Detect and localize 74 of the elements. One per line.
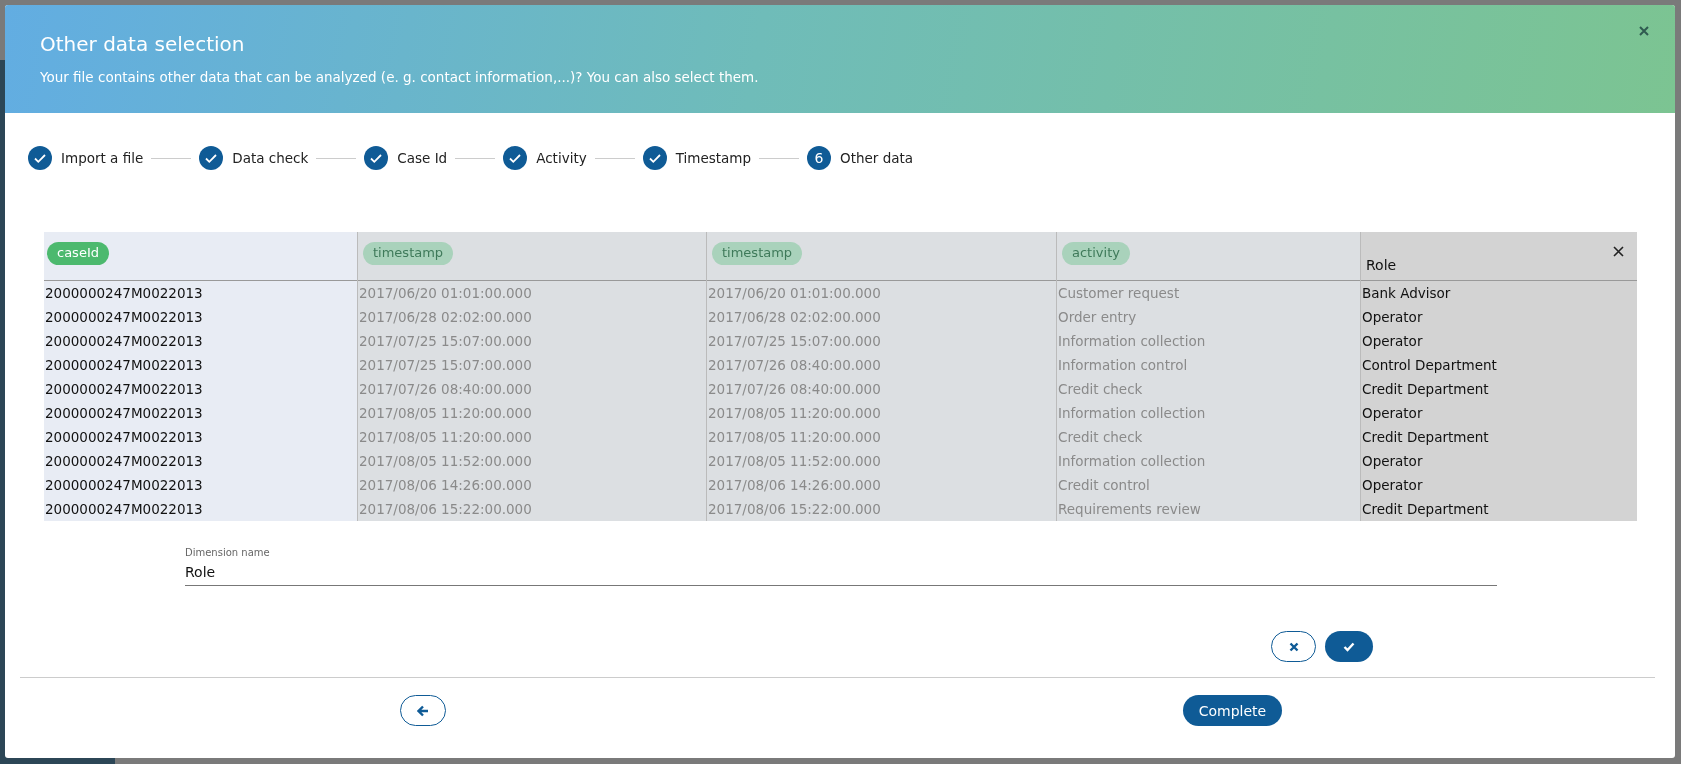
table-cell-text: Order entry	[1057, 308, 1138, 327]
column-header[interactable]: Role	[1361, 232, 1637, 281]
step-label[interactable]: Other data	[840, 150, 914, 166]
table-cell-text: 2017/08/05 11:20:00.000	[707, 404, 882, 423]
table-cell-text: 2017/08/05 11:20:00.000	[358, 428, 533, 447]
dialog-title: Other data selection	[40, 32, 246, 56]
table-cell-text: Operator	[1361, 476, 1424, 495]
arrow-left-icon	[417, 704, 429, 717]
back-button[interactable]	[400, 695, 446, 726]
table-cell-text: 2000000247M0022013	[44, 452, 204, 471]
table-cell-text: 2017/07/26 08:40:00.000	[707, 356, 882, 375]
column-tag: caseId	[47, 242, 109, 265]
step-label[interactable]: Activity	[536, 150, 587, 166]
table-cell-text: 2000000247M0022013	[44, 428, 204, 447]
table-cell-text: 2000000247M0022013	[44, 284, 204, 303]
table-cell-text: 2000000247M0022013	[44, 356, 204, 375]
column-tag: activity	[1062, 242, 1130, 265]
table-cell-text: Requirements review	[1057, 500, 1202, 519]
column-title: Role	[1366, 257, 1397, 273]
table-cell-text: Credit Department	[1361, 500, 1490, 519]
table-cell-text: Credit Department	[1361, 380, 1490, 399]
table-cell-text: Information collection	[1057, 332, 1207, 351]
dimension-name-field[interactable]: Dimension name Role	[185, 547, 1497, 586]
step-number: 6	[807, 146, 832, 170]
column-tag: timestamp	[363, 242, 454, 265]
step-label[interactable]: Import a file	[61, 150, 144, 166]
table-cell-text: 2017/08/05 11:52:00.000	[358, 452, 533, 471]
dialog-subtitle: Your file contains other data that can be analyzed (e. g. contact information,...)? You can also select them.	[40, 69, 759, 85]
table-cell-text: 2017/08/06 15:22:00.000	[707, 500, 882, 519]
table-cell-text: Credit check	[1057, 428, 1144, 447]
step-label[interactable]: Timestamp	[675, 150, 752, 166]
table-cell-text: 2017/06/28 02:02:00.000	[707, 308, 882, 327]
table-cell-text: 2017/07/25 15:07:00.000	[358, 356, 533, 375]
cancel-button[interactable]	[1271, 631, 1316, 662]
table-cell-text: Operator	[1361, 404, 1424, 423]
table-cell-text: Information control	[1057, 356, 1189, 375]
table-cell-text: Operator	[1361, 332, 1424, 351]
table-cell-text: Customer request	[1057, 284, 1181, 303]
confirm-button[interactable]	[1325, 631, 1373, 662]
table-cell-text: 2017/06/20 01:01:00.000	[358, 284, 533, 303]
table-cell-text: 2000000247M0022013	[44, 332, 204, 351]
check-icon	[1343, 641, 1355, 652]
table-cell-text: 2017/08/05 11:20:00.000	[358, 404, 533, 423]
table-cell-text: 2017/08/06 14:26:00.000	[707, 476, 882, 495]
table-cell-text: Credit check	[1057, 380, 1144, 399]
table-cell-text: 2017/06/28 02:02:00.000	[358, 308, 533, 327]
table-cell-text: 2000000247M0022013	[44, 476, 204, 495]
table-cell-text: Information collection	[1057, 404, 1207, 423]
table-cell-text: 2000000247M0022013	[44, 308, 204, 327]
table-cell-text: 2017/08/05 11:20:00.000	[707, 428, 882, 447]
table-cell-text: 2017/08/06 14:26:00.000	[358, 476, 533, 495]
table-cell-text: 2017/06/20 01:01:00.000	[707, 284, 882, 303]
table-cell-text: Information collection	[1057, 452, 1207, 471]
table-cell-text: 2000000247M0022013	[44, 404, 204, 423]
table-cell-text: 2000000247M0022013	[44, 500, 204, 519]
table-cell-text: Bank Advisor	[1361, 284, 1452, 303]
table-cell-text: 2017/07/26 08:40:00.000	[358, 380, 533, 399]
step-label[interactable]: Data check	[232, 150, 309, 166]
complete-button[interactable]: Complete	[1183, 695, 1282, 726]
table-cell-text: Control Department	[1361, 356, 1498, 375]
table-cell-text: 2000000247M0022013	[44, 380, 204, 399]
close-icon	[1288, 641, 1299, 652]
step-label[interactable]: Case Id	[397, 150, 448, 166]
table-cell-text: 2017/07/26 08:40:00.000	[707, 380, 882, 399]
table-cell-text: Credit control	[1057, 476, 1151, 495]
column-tag: timestamp	[712, 242, 803, 265]
close-icon[interactable]	[1613, 246, 1624, 257]
table-cell-text: 2017/07/25 15:07:00.000	[358, 332, 533, 351]
table-cell-text: 2017/08/06 15:22:00.000	[358, 500, 533, 519]
table-cell-text: Operator	[1361, 308, 1424, 327]
table-cell-text: 2017/08/05 11:52:00.000	[707, 452, 882, 471]
table-cell-text: Operator	[1361, 452, 1424, 471]
table-cell-text: 2017/07/25 15:07:00.000	[707, 332, 882, 351]
table-cell-text: Credit Department	[1361, 428, 1490, 447]
